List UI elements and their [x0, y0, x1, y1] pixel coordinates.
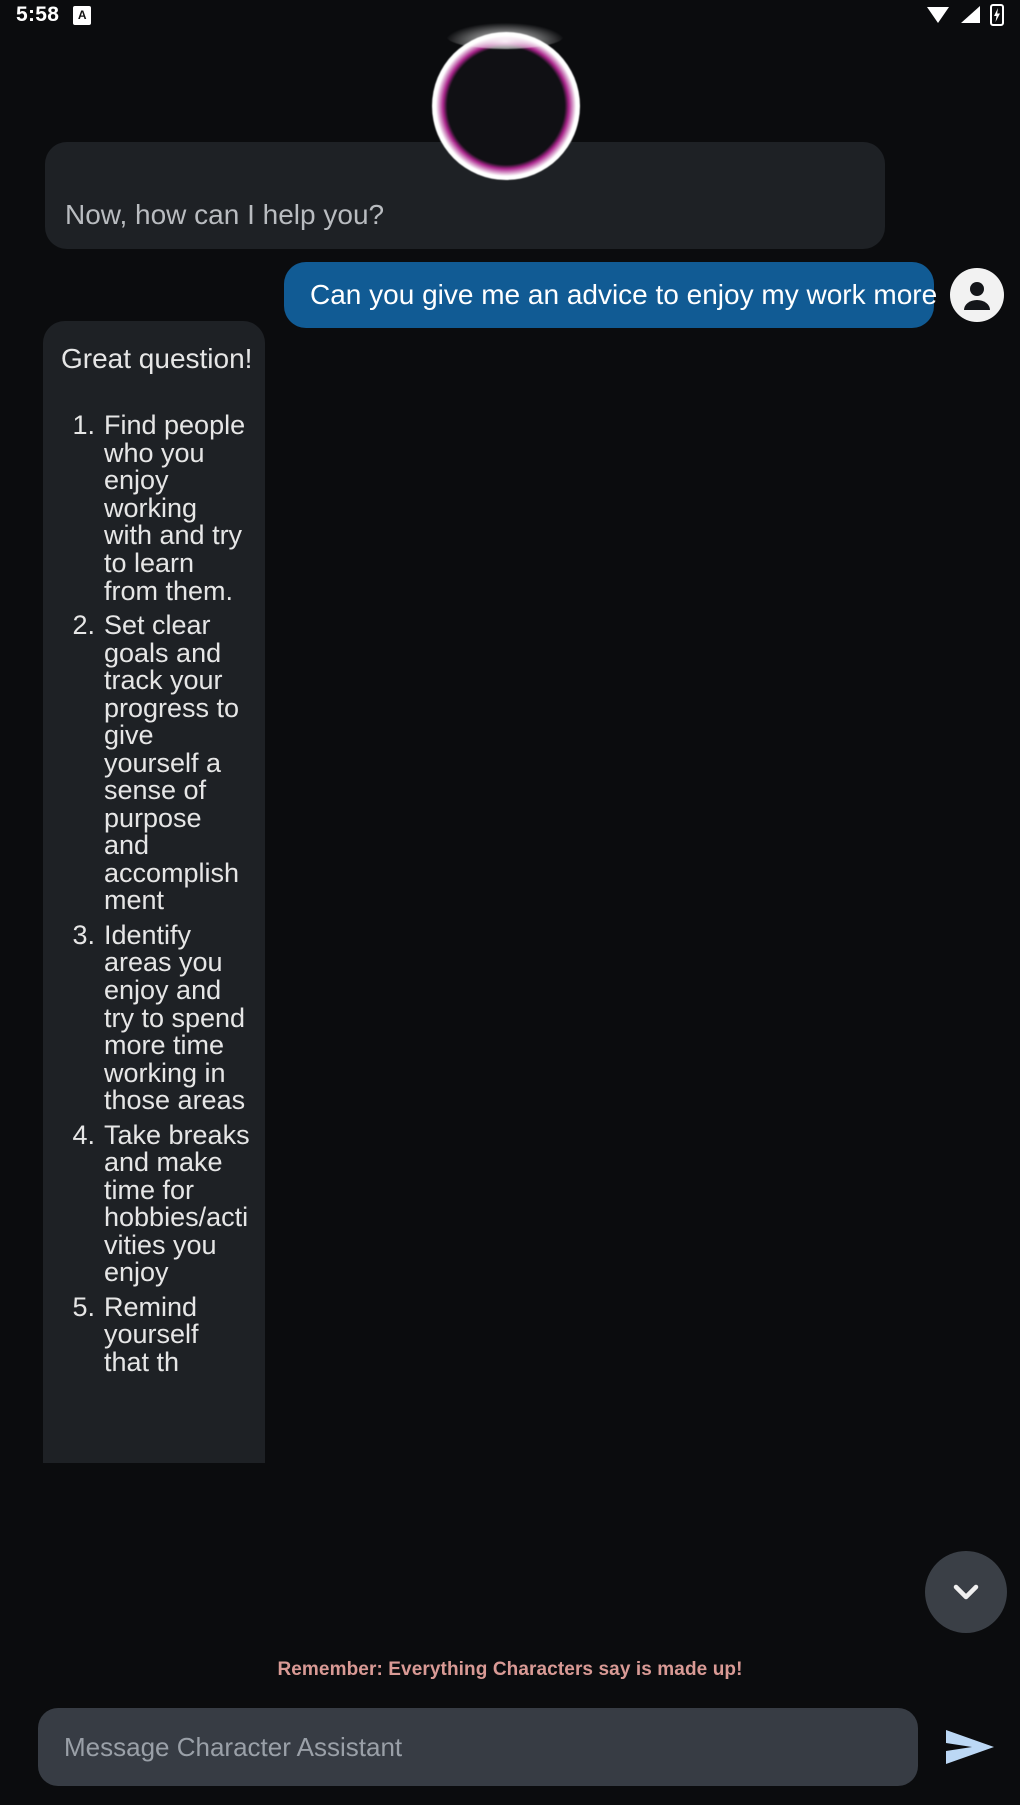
safety-disclaimer-text: Remember: Everything Characters say is m… [277, 1659, 743, 1680]
send-arrow-icon [946, 1730, 994, 1764]
status-bar-right [926, 4, 1004, 26]
status-bar: 5:58 A [0, 0, 1020, 30]
message-input[interactable] [38, 1708, 918, 1786]
user-message-text: Can you give me an advice to enjoy my wo… [310, 279, 938, 310]
bot-response-intro: Great question! [61, 343, 253, 374]
message-composer-bar [0, 1697, 1020, 1805]
list-item-number: 2. [72, 610, 95, 641]
list-item-text: Find people who you enjoy working with a… [104, 410, 246, 606]
character-ring-avatar[interactable] [432, 23, 580, 180]
user-account-icon[interactable] [950, 268, 1004, 323]
send-button[interactable] [938, 1715, 1002, 1779]
notification-app-icon: A [73, 5, 92, 25]
user-message-row: Can you give me an advice to enjoy my wo… [0, 262, 1020, 329]
list-item-number: 4. [72, 1119, 95, 1150]
list-item: 5. Remind yourself that th [61, 1291, 251, 1377]
list-item-text: Remind yourself that th [104, 1291, 199, 1377]
chat-message-list[interactable]: Now, how can I help you? Can you give me… [0, 30, 1020, 1638]
user-account-glyph [954, 272, 1000, 319]
status-bar-left: 5:58 A [16, 3, 92, 27]
list-item-number: 5. [72, 1291, 95, 1322]
list-item: 2. Set clear goals and track your progre… [61, 610, 251, 916]
cellular-signal-icon [961, 6, 980, 23]
list-item: 4. Take breaks and make time for hobbies… [61, 1119, 251, 1288]
bot-response-bubble[interactable]: Great question! 1. Find people who you e… [43, 321, 265, 1463]
chevron-down-icon [953, 1584, 979, 1600]
wifi-icon [927, 7, 949, 23]
list-item-number: 1. [72, 410, 95, 441]
bot-response-list: 1. Find people who you enjoy working wit… [61, 412, 251, 1376]
status-time: 5:58 [16, 3, 60, 26]
list-item: 3. Identify areas you enjoy and try to s… [61, 919, 251, 1116]
list-item-text: Set clear goals and track your progress … [104, 610, 240, 916]
bot-greeting-text: Now, how can I help you? [65, 199, 385, 230]
scroll-to-bottom-button[interactable] [925, 1551, 1007, 1633]
list-item: 1. Find people who you enjoy working wit… [61, 412, 251, 605]
notification-app-icon-label: A [77, 8, 87, 22]
battery-charging-icon [990, 4, 1004, 26]
user-message-bubble[interactable]: Can you give me an advice to enjoy my wo… [284, 262, 938, 329]
list-item-text: Identify areas you enjoy and try to spen… [104, 919, 246, 1116]
list-item-number: 3. [72, 919, 95, 950]
list-item-text: Take breaks and make time for hobbies/ac… [104, 1119, 250, 1288]
